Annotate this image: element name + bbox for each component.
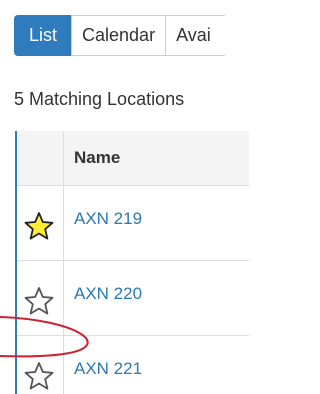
star-outline-icon[interactable] — [24, 361, 54, 391]
tab-availability[interactable]: Avai — [165, 15, 226, 56]
table-row: AXN 219 — [15, 185, 249, 260]
tab-list[interactable]: List — [14, 15, 73, 56]
view-tabs: List Calendar Avai — [14, 15, 226, 56]
location-link[interactable]: AXN 219 — [74, 209, 142, 229]
result-count: 5 Matching Locations — [14, 89, 185, 109]
tab-calendar[interactable]: Calendar — [71, 15, 167, 56]
table-header: Name — [15, 131, 249, 185]
location-link[interactable]: AXN 220 — [74, 284, 142, 304]
name-column-header[interactable]: Name — [74, 148, 120, 168]
star-outline-icon[interactable] — [24, 286, 54, 316]
table-row: AXN 220 — [15, 260, 249, 335]
star-filled-icon[interactable] — [24, 211, 54, 241]
favorite-column-header — [15, 131, 64, 185]
table-row: AXN 221 — [15, 335, 249, 394]
table-left-border — [15, 131, 17, 394]
locations-table: Name AXN 219 AXN 220 AXN 221 — [15, 131, 249, 394]
location-link[interactable]: AXN 221 — [74, 359, 142, 379]
